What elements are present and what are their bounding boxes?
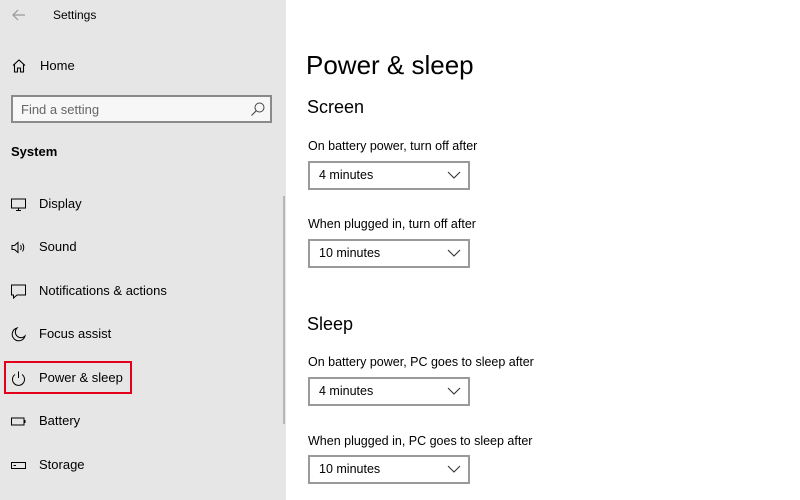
screen-battery-label: On battery power, turn off after: [308, 139, 478, 153]
back-button[interactable]: [8, 4, 30, 26]
title-bar: Settings: [0, 0, 286, 32]
home-label: Home: [40, 58, 75, 73]
sidebar-item-display[interactable]: Display: [0, 186, 282, 222]
app-title: Settings: [53, 8, 97, 22]
sound-icon: [11, 241, 25, 254]
sidebar: Settings Home System Display Sound: [0, 0, 286, 500]
chevron-down-icon: [447, 171, 461, 179]
sidebar-item-label: Storage: [39, 457, 85, 472]
sidebar-item-label: Sound: [39, 239, 77, 254]
search-input[interactable]: [21, 100, 246, 118]
dropdown-value: 10 minutes: [319, 246, 381, 260]
selection-highlight: [4, 361, 132, 394]
dropdown-value: 10 minutes: [319, 462, 381, 476]
sidebar-scrollbar[interactable]: [283, 196, 285, 424]
page-title: Power & sleep: [306, 50, 474, 80]
chevron-down-icon: [447, 249, 461, 257]
focus-assist-icon: [11, 327, 26, 342]
sidebar-item-label: Display: [39, 196, 82, 211]
home-icon: [12, 59, 26, 73]
sleep-plugged-label: When plugged in, PC goes to sleep after: [308, 434, 533, 448]
sidebar-item-label: Battery: [39, 413, 81, 428]
chevron-down-icon: [447, 387, 461, 395]
main-content: Power & sleep Screen On battery power, t…: [286, 0, 800, 500]
sidebar-item-battery[interactable]: Battery: [0, 403, 282, 439]
notifications-icon: [11, 284, 26, 300]
search-box[interactable]: [11, 95, 272, 123]
battery-icon: [11, 417, 26, 426]
display-icon: [11, 198, 26, 211]
chevron-down-icon: [447, 465, 461, 473]
sleep-plugged-dropdown[interactable]: 10 minutes: [308, 455, 470, 484]
section-header-system: System: [11, 144, 58, 159]
dropdown-value: 4 minutes: [319, 168, 374, 182]
back-arrow-icon: [12, 9, 25, 21]
screen-plugged-dropdown[interactable]: 10 minutes: [308, 239, 470, 268]
dropdown-value: 4 minutes: [319, 384, 374, 398]
sleep-battery-label: On battery power, PC goes to sleep after: [308, 355, 534, 369]
sidebar-item-notifications[interactable]: Notifications & actions: [0, 273, 282, 309]
screen-battery-dropdown[interactable]: 4 minutes: [308, 161, 470, 190]
sleep-battery-dropdown[interactable]: 4 minutes: [308, 377, 470, 406]
sidebar-item-sound[interactable]: Sound: [0, 229, 282, 265]
sidebar-item-storage[interactable]: Storage: [0, 447, 282, 483]
screen-plugged-label: When plugged in, turn off after: [308, 217, 476, 231]
storage-icon: [11, 462, 26, 469]
sidebar-item-home[interactable]: Home: [0, 50, 286, 82]
sidebar-item-focus-assist[interactable]: Focus assist: [0, 316, 282, 352]
search-icon[interactable]: [250, 101, 266, 117]
sidebar-item-label: Focus assist: [39, 326, 112, 341]
screen-heading: Screen: [307, 97, 365, 117]
sleep-heading: Sleep: [307, 314, 354, 334]
sidebar-item-label: Notifications & actions: [39, 283, 167, 298]
